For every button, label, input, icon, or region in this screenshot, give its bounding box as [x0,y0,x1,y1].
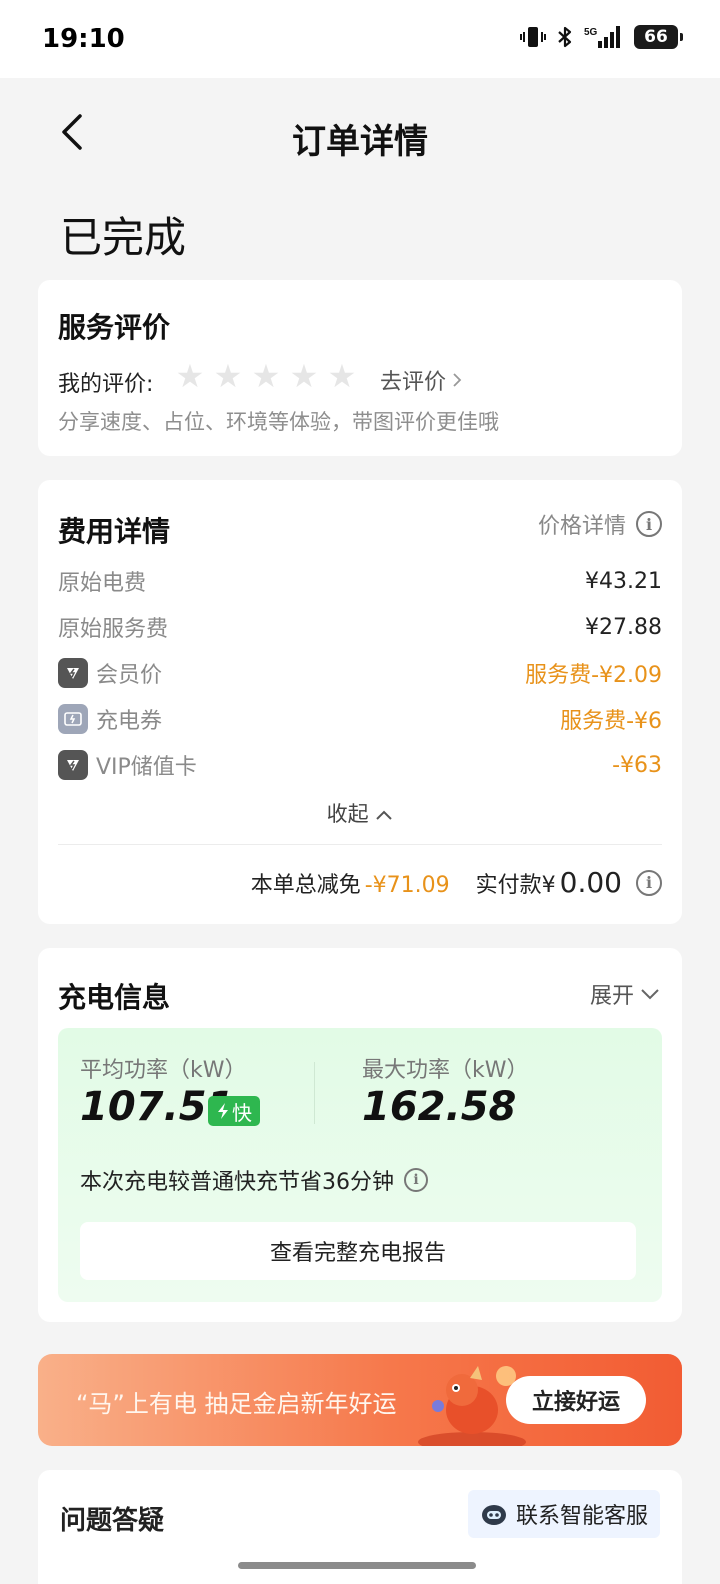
saving-label: 本次充电较普通快充节省36分钟 [80,1170,394,1195]
fee-label: VIP储值卡 [96,755,197,780]
battery-icon: 66 [634,25,683,49]
fee-label: 充电券 [96,709,163,734]
view-report-button[interactable]: 查看完整充电报告 [80,1222,636,1280]
bluetooth-icon [558,26,572,48]
expand-button[interactable]: 展开 [590,978,660,1010]
price-detail-link[interactable]: 价格详情 i [538,508,662,540]
charge-info-card: 充电信息 展开 平均功率（kW） 107.51 快 最大功率（kW） 162.5… [38,948,682,1322]
time-saving-text: 本次充电较普通快充节省36分钟 i [80,1164,428,1196]
rating-stars[interactable]: ★ ★ ★ ★ ★ [174,360,358,392]
order-status: 已完成 [60,213,187,262]
battery-level: 66 [644,27,668,47]
smart-service-button[interactable]: 联系智能客服 [467,1490,660,1538]
metric-divider [314,1062,315,1124]
fee-value: ¥43.21 [585,568,662,594]
signal-5g-icon: 5G [584,26,620,48]
fee-row-coupon: 充电券 服务费-¥6 [58,704,662,734]
smart-service-label: 联系智能客服 [515,1504,648,1529]
fee-row-service: 原始服务费 ¥27.88 [58,612,662,643]
paid-label: 实付款¥ [475,873,556,898]
avg-power-label: 平均功率（kW） [80,1058,247,1083]
collapse-label: 收起 [326,802,369,826]
total-discount-label: 本单总减免 [250,873,361,898]
review-label: 我的评价: [58,372,154,397]
fee-value: ¥27.88 [585,614,662,640]
chevron-right-icon [453,373,462,387]
charge-summary-box: 平均功率（kW） 107.51 快 最大功率（kW） 162.58 本次充电较普… [58,1028,662,1302]
star-icon[interactable]: ★ [326,360,358,392]
go-review-link[interactable]: 去评价 [380,364,462,396]
status-icons: 5G 66 [520,24,683,50]
price-detail-label: 价格详情 [537,514,626,539]
home-indicator[interactable] [238,1562,476,1569]
svg-text:5G: 5G [584,27,598,38]
fee-row-member: 会员价 服务费-¥2.09 [58,658,662,688]
info-icon[interactable]: i [404,1168,428,1192]
paid-amount: 0.00 [559,866,622,899]
nav-bar: 订单详情 [0,78,720,188]
qa-title: 问题答疑 [60,1506,165,1536]
status-time: 19:10 [42,24,125,54]
fee-total: 本单总减免 -¥71.09 实付款¥ 0.00 i [251,866,662,899]
vibrate-icon [520,27,546,47]
fee-value: 服务费-¥2.09 [525,663,662,688]
total-discount-value: -¥71.09 [364,873,450,898]
promo-banner[interactable]: “马”上有电 抽足金启新年好运 立接好运 [38,1354,682,1446]
vip-card-icon [58,750,88,780]
fee-details-card: 费用详情 价格详情 i 原始电费 ¥43.21 原始服务费 ¥27.88 会员价… [38,480,682,924]
chevron-up-icon [376,810,393,820]
promo-text: “马”上有电 抽足金启新年好运 [76,1390,397,1418]
member-bolt-icon [58,658,88,688]
star-icon[interactable]: ★ [174,360,206,392]
expand-label: 展开 [589,984,634,1009]
info-icon[interactable]: i [636,869,662,896]
status-bar: 19:10 5G 66 [0,0,720,78]
go-review-label: 去评价 [380,370,447,395]
fast-charge-badge: 快 [208,1096,260,1126]
fee-row-vip-card: VIP储值卡 -¥63 [58,750,662,780]
fee-title: 费用详情 [58,515,171,548]
fast-badge-label: 快 [232,1100,252,1125]
star-icon[interactable]: ★ [250,360,282,392]
star-icon[interactable]: ★ [288,360,320,392]
fee-row-electricity: 原始电费 ¥43.21 [58,566,662,597]
max-power-label: 最大功率（kW） [362,1058,529,1083]
star-icon[interactable]: ★ [212,360,244,392]
fee-label: 原始电费 [58,571,147,596]
fee-label: 原始服务费 [58,617,169,642]
lightning-icon [218,1103,228,1119]
review-hint: 分享速度、占位、环境等体验，带图评价更佳哦 [58,410,499,434]
max-power-value: 162.58 [362,1084,517,1130]
collapse-button[interactable]: 收起 [38,798,682,828]
promo-claim-button[interactable]: 立接好运 [506,1376,646,1424]
page-title: 订单详情 [292,122,428,162]
charge-title: 充电信息 [58,981,171,1014]
fee-value: 服务费-¥6 [560,709,662,734]
info-icon: i [636,511,662,537]
divider [58,844,662,845]
coupon-icon [58,704,88,734]
robot-icon [481,1505,506,1525]
service-review-card: 服务评价 我的评价: ★ ★ ★ ★ ★ 去评价 分享速度、占位、环境等体验，带… [38,280,682,456]
fee-label: 会员价 [96,663,163,688]
review-title: 服务评价 [58,311,171,344]
chevron-down-icon [641,989,659,1000]
fee-value: -¥63 [612,752,662,778]
